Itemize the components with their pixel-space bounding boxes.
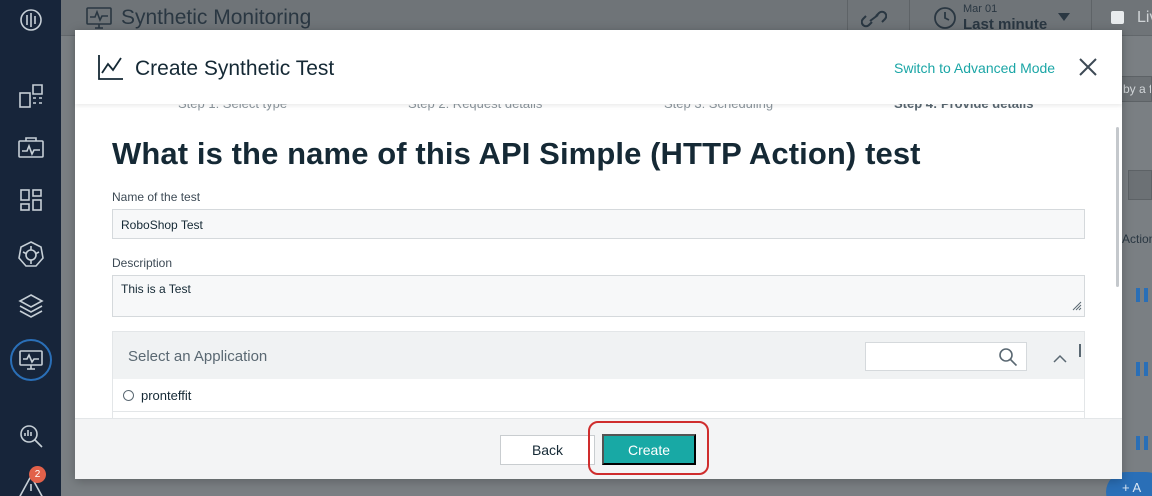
app-title: Synthetic Monitoring — [121, 6, 312, 29]
background-column-header: Action — [1122, 232, 1152, 246]
description-textarea[interactable]: This is a Test — [112, 275, 1085, 317]
apps-grid-icon[interactable] — [0, 180, 61, 220]
pause-icon — [1136, 362, 1148, 376]
pause-icon — [1136, 436, 1148, 450]
description-label: Description — [112, 256, 173, 270]
dialog-footer: Back Create — [75, 418, 1122, 479]
page-heading: What is the name of this API Simple (HTT… — [112, 136, 921, 171]
live-label: Liv — [1137, 9, 1152, 26]
layers-icon[interactable] — [0, 286, 61, 326]
monitor-icon[interactable] — [0, 128, 61, 168]
resize-grip-icon[interactable] — [1072, 300, 1082, 314]
test-name-input[interactable]: RoboShop Test — [112, 209, 1085, 239]
line-chart-icon — [97, 53, 125, 86]
back-button[interactable]: Back — [500, 435, 595, 465]
search-icon — [999, 348, 1018, 367]
divider — [113, 411, 1084, 412]
logo-icon[interactable] — [0, 0, 61, 40]
chevron-up-icon[interactable] — [1053, 350, 1067, 368]
create-synthetic-test-dialog: Create Synthetic Test Switch to Advanced… — [75, 30, 1122, 479]
dialog-body: What is the name of this API Simple (HTT… — [75, 104, 1122, 418]
background-search-icon — [1128, 170, 1152, 200]
time-range-date[interactable]: Mar 01 — [963, 3, 997, 15]
synthetic-monitor-icon[interactable] — [0, 338, 61, 382]
left-nav-sidebar: 2 — [0, 0, 61, 496]
application-search-input[interactable] — [865, 342, 1027, 371]
pause-icon — [1136, 288, 1148, 302]
create-button[interactable]: Create — [602, 434, 696, 465]
alerts-count-badge: 2 — [29, 466, 46, 483]
list-scrollbar[interactable] — [1079, 344, 1081, 357]
chevron-down-icon[interactable] — [1058, 13, 1070, 21]
background-content — [1122, 36, 1152, 496]
application-selector-header[interactable]: Select an Application — [113, 332, 1084, 379]
kubernetes-icon[interactable] — [0, 234, 61, 274]
close-icon[interactable] — [1077, 56, 1099, 78]
dialog-header: Create Synthetic Test Switch to Advanced… — [75, 30, 1122, 104]
active-nav-indicator — [9, 339, 52, 381]
application-selector-title: Select an Application — [128, 348, 268, 365]
application-option-label: pronteffit — [141, 388, 192, 403]
application-selector: Select an Application pronteffit — [112, 331, 1085, 418]
test-name-label: Name of the test — [112, 190, 201, 204]
description-value: This is a Test — [121, 282, 191, 296]
live-checkbox[interactable] — [1111, 11, 1124, 24]
application-option[interactable]: pronteffit — [123, 388, 191, 403]
analyze-icon[interactable] — [0, 416, 61, 456]
switch-advanced-mode-link[interactable]: Switch to Advanced Mode — [894, 60, 1055, 76]
radio-button[interactable] — [123, 390, 134, 401]
dialog-title: Create Synthetic Test — [135, 57, 335, 80]
dashboard-icon[interactable] — [0, 76, 61, 116]
